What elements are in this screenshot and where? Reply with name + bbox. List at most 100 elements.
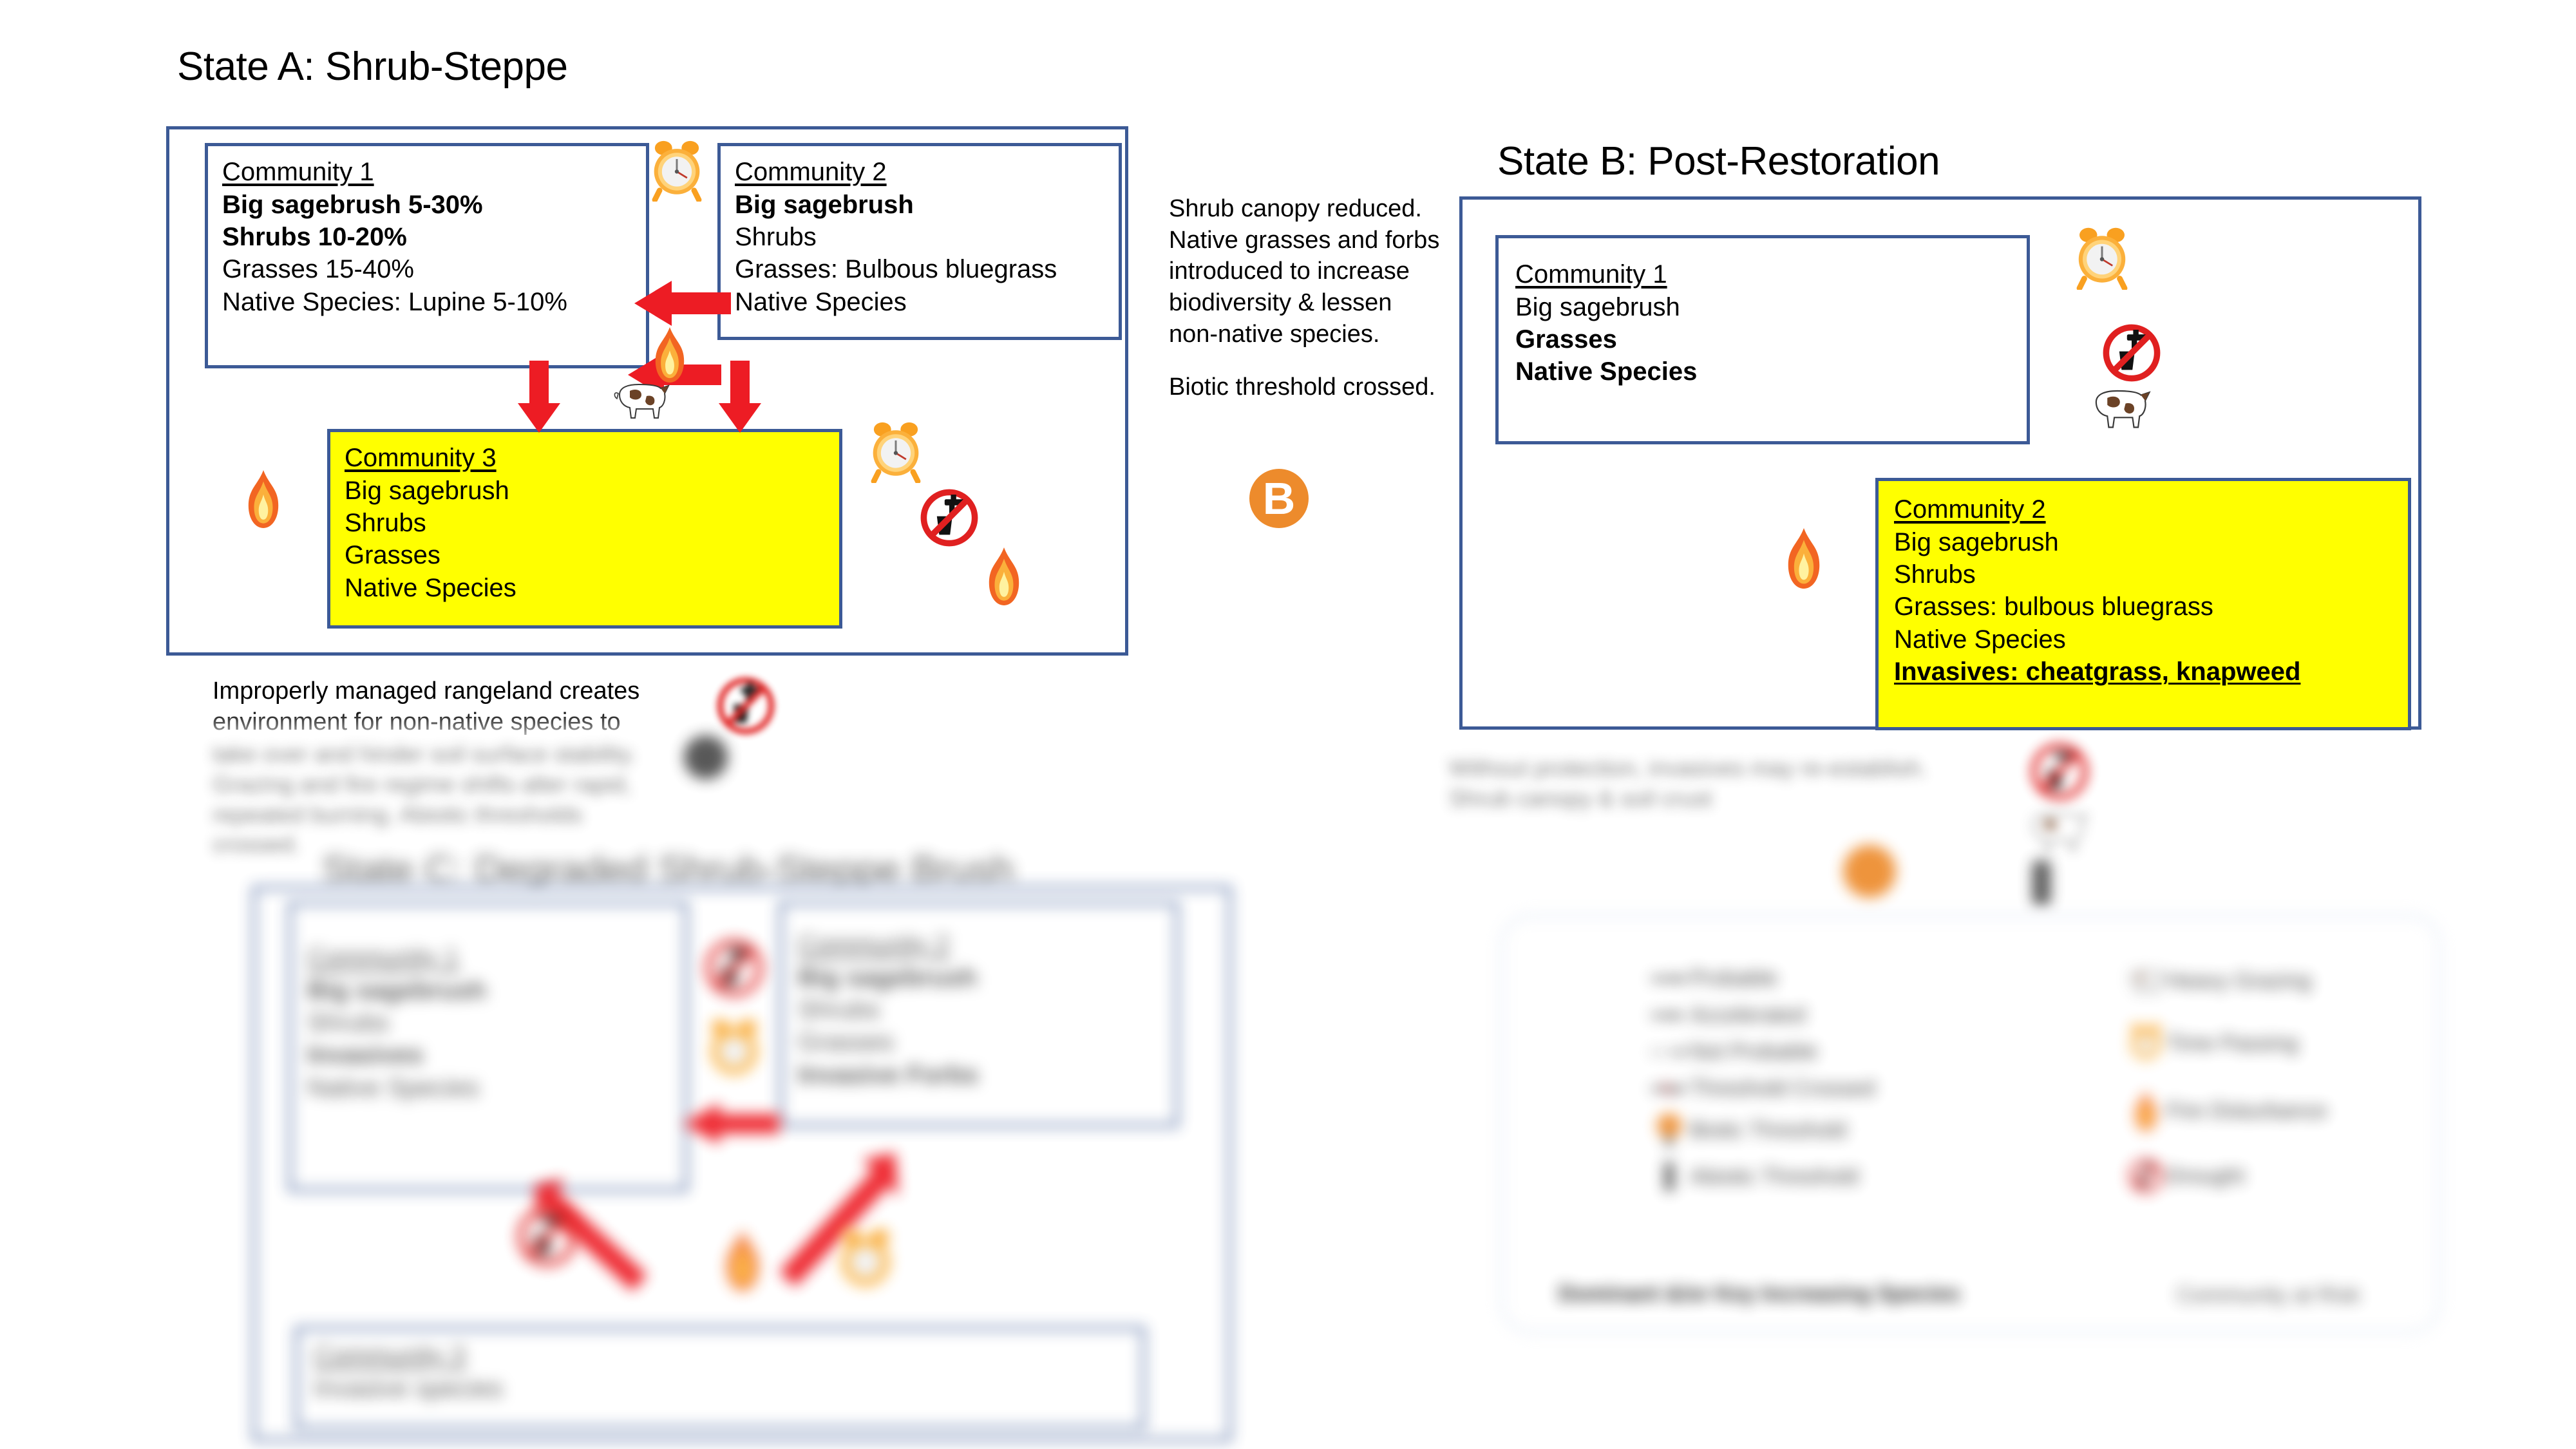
state-a-community-3-box[interactable]: Community 3 Big sagebrush Shrubs Grasses… (327, 429, 842, 629)
community-heading: Community 1 (222, 158, 374, 186)
cow-icon (2125, 966, 2166, 996)
community-line: Big sagebrush (735, 191, 914, 219)
legend-label: Heavy Grazing (2166, 968, 2311, 993)
legend-item: Drought (2125, 1158, 2460, 1194)
legend-item: Heavy Grazing (2125, 966, 2460, 996)
alarm-clock-icon (2076, 225, 2128, 290)
flame-icon (985, 547, 1023, 605)
community-heading: Community 3 (345, 444, 497, 472)
legend-item: Fire Disturbance (2125, 1091, 2460, 1131)
community-heading: Community 2 (1894, 495, 2046, 524)
legend-label: Not Probable (1690, 1039, 1818, 1064)
cow-icon (613, 377, 672, 422)
state-b-community-2-box[interactable]: Community 2 Big sagebrush Shrubs Grasses… (1875, 478, 2411, 730)
community-line: Grasses (798, 1028, 894, 1057)
state-b-title: State B: Post-Restoration (1497, 139, 1940, 184)
state-c-community-3-box[interactable]: Community 3 Invasive species (295, 1327, 1145, 1430)
solid-arrow-icon (1649, 972, 1690, 985)
legend-item: Threshold Crossed (1649, 1076, 2061, 1101)
legend-label: Drought (2166, 1163, 2244, 1188)
community-line: Shrubs (735, 223, 817, 252)
community-line: Shrubs (345, 509, 426, 538)
community-line: Invasive Forbs (798, 1060, 979, 1089)
legend-item: Not Probable (1649, 1039, 2061, 1065)
alarm-clock-icon (707, 1018, 761, 1082)
biotic-threshold-badge: B (1249, 469, 1309, 528)
legend-label: Time Passing (2166, 1030, 2298, 1056)
arrow-community2-to-community3 (715, 361, 765, 433)
community-line: Invasives: cheatgrass, knapweed (1894, 657, 2301, 686)
transition-paragraph-1: Shrub canopy reduced. Native grasses and… (1169, 195, 1440, 348)
legend-label: Abiotic Threshold (1690, 1164, 1859, 1189)
flame-icon (245, 470, 282, 528)
alarm-clock-icon (652, 138, 702, 202)
community-line: Grasses (345, 541, 440, 570)
legend-item: Accelerated (1649, 1003, 2061, 1028)
community-line: Native Species: Lupine 5-10% (222, 287, 567, 316)
abiotic-threshold-icon (2022, 860, 2061, 905)
legend-footer-left: Dominant &/or Key Increasing Species (1558, 1282, 1960, 1306)
cow-icon (2026, 804, 2090, 855)
cross-arrow-icon (1649, 1082, 1690, 1095)
community-line: Shrubs (1894, 560, 1976, 589)
community-line: Shrubs (798, 996, 880, 1025)
legend-label: Fire Disturbance (2166, 1098, 2327, 1123)
transition-paragraph-2: Biotic threshold crossed. (1169, 374, 1435, 401)
state-a-community-1-box[interactable]: Community 1 Big sagebrush 5-30% Shrubs 1… (205, 143, 649, 368)
community-line: Shrubs (307, 1009, 389, 1037)
arrow-state-c-community2-to-community1 (683, 1101, 779, 1146)
no-water-icon (515, 1204, 580, 1269)
arrow-community1-to-community3 (514, 361, 564, 433)
abiotic-threshold-icon (1649, 1159, 1690, 1194)
no-water-icon (715, 675, 777, 737)
community-line: Grasses 15-40% (222, 255, 414, 284)
community-line: Native Species (307, 1073, 479, 1102)
no-water-icon (2029, 741, 2090, 802)
alarm-clock-icon (871, 420, 921, 483)
flame-icon (1784, 528, 1824, 589)
arrow-community2-to-community1-time (634, 278, 731, 328)
alarm-clock-icon (2125, 1023, 2166, 1064)
legend-item: Time Passing (2125, 1023, 2460, 1064)
community-line: Invasive species (314, 1374, 503, 1403)
flame-icon (721, 1230, 764, 1291)
community-heading: Community 1 (1515, 260, 1667, 289)
community-line: Big sagebrush (307, 976, 486, 1005)
legend-right-column: Heavy Grazing Time Passing Fire Disturba… (2125, 966, 2460, 1206)
community-line: Grasses: bulbous bluegrass (1894, 592, 2213, 621)
legend-label: Probable (1690, 966, 1778, 990)
alarm-clock-icon (837, 1227, 894, 1294)
dashed-arrow-icon (1649, 1046, 1690, 1058)
community-line: Native Species (1894, 625, 2066, 654)
state-a-community-2-box[interactable]: Community 2 Big sagebrush Shrubs Grasses… (717, 143, 1122, 340)
community-heading: Community 3 (314, 1341, 466, 1370)
biotic-threshold-icon (1649, 1113, 1690, 1148)
legend-label: Accelerated (1690, 1003, 1806, 1027)
state-c-community-1-box[interactable]: Community 1 Big sagebrush Shrubs Invasiv… (289, 902, 688, 1191)
state-b-caption: Without protection, invasives may re-est… (1449, 755, 1927, 811)
cow-icon (2089, 381, 2154, 433)
abiotic-threshold-icon (681, 733, 730, 782)
state-a-title: State A: Shrub-Steppe (177, 44, 568, 89)
community-heading: Community 1 (307, 943, 459, 972)
legend-item: Abiotic Threshold (1649, 1159, 2061, 1194)
community-line: Grasses: Bulbous bluegrass (735, 255, 1057, 284)
legend-footer-right: Community at Risk (2177, 1283, 2361, 1307)
community-line: Big sagebrush (798, 963, 977, 992)
transition-a-to-b-narrative: Shrub canopy reduced. Native grasses and… (1169, 193, 1446, 425)
legend-label: Biotic Threshold (1690, 1117, 1847, 1142)
no-water-icon (2125, 1158, 2166, 1194)
no-water-icon (918, 487, 980, 549)
community-line: Shrubs 10-20% (222, 223, 407, 252)
community-line: Big sagebrush (345, 477, 509, 505)
community-line: Grasses (1515, 325, 1617, 354)
no-water-icon (2101, 322, 2163, 384)
no-water-icon (703, 937, 765, 999)
state-c-community-2-box[interactable]: Community 2 Big sagebrush Shrubs Grasses… (779, 902, 1179, 1127)
community-line: Big sagebrush (1515, 293, 1680, 321)
state-b-community-1-box[interactable]: Community 1 Big sagebrush Grasses Native… (1495, 235, 2030, 444)
flame-icon (2125, 1091, 2166, 1131)
state-a-caption: Improperly managed rangeland creates env… (213, 677, 640, 735)
state-a-caption-continuation: take over and hinder soil surface stabil… (213, 741, 636, 858)
community-line: Native Species (735, 287, 907, 316)
